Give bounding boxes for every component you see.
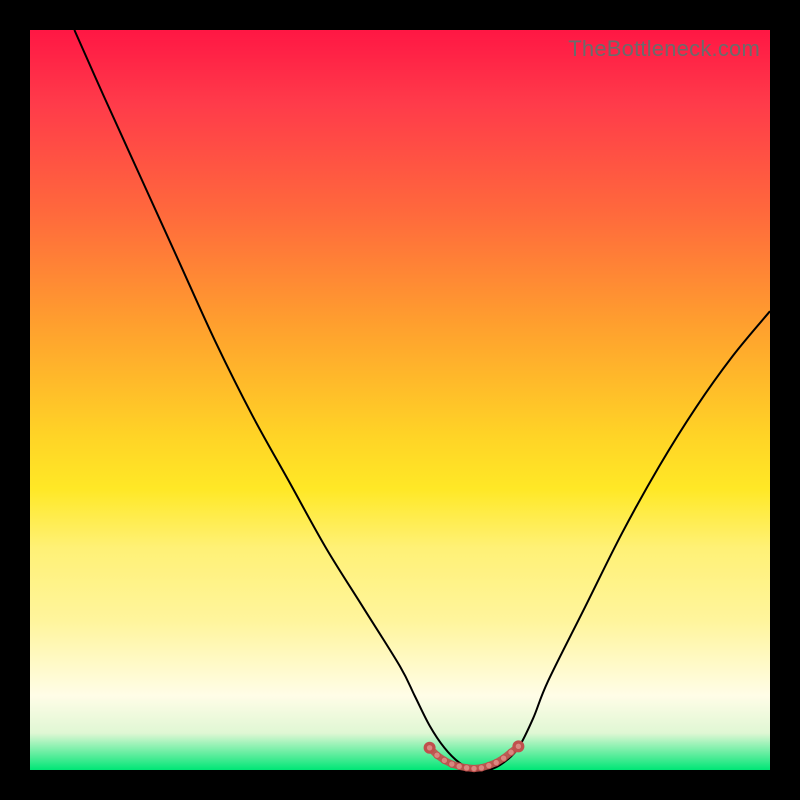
optimal-region-marker	[515, 743, 521, 749]
optimal-region-marker	[449, 761, 455, 767]
bottleneck-curve	[74, 30, 770, 771]
optimal-region-marker	[434, 752, 440, 758]
optimal-region-marker	[493, 759, 499, 765]
optimal-region-marker	[486, 762, 492, 768]
optimal-region-marker	[471, 765, 477, 771]
optimal-region-marker	[463, 765, 469, 771]
plot-area: TheBottleneck.com	[30, 30, 770, 770]
optimal-region-marker	[500, 755, 506, 761]
curve-layer	[30, 30, 770, 770]
optimal-region-marker	[478, 765, 484, 771]
optimal-region-marker	[441, 757, 447, 763]
optimal-region-markers	[424, 740, 525, 771]
optimal-region-marker	[426, 745, 432, 751]
chart-frame: TheBottleneck.com	[0, 0, 800, 800]
optimal-region-marker	[508, 749, 514, 755]
optimal-region-marker	[456, 763, 462, 769]
